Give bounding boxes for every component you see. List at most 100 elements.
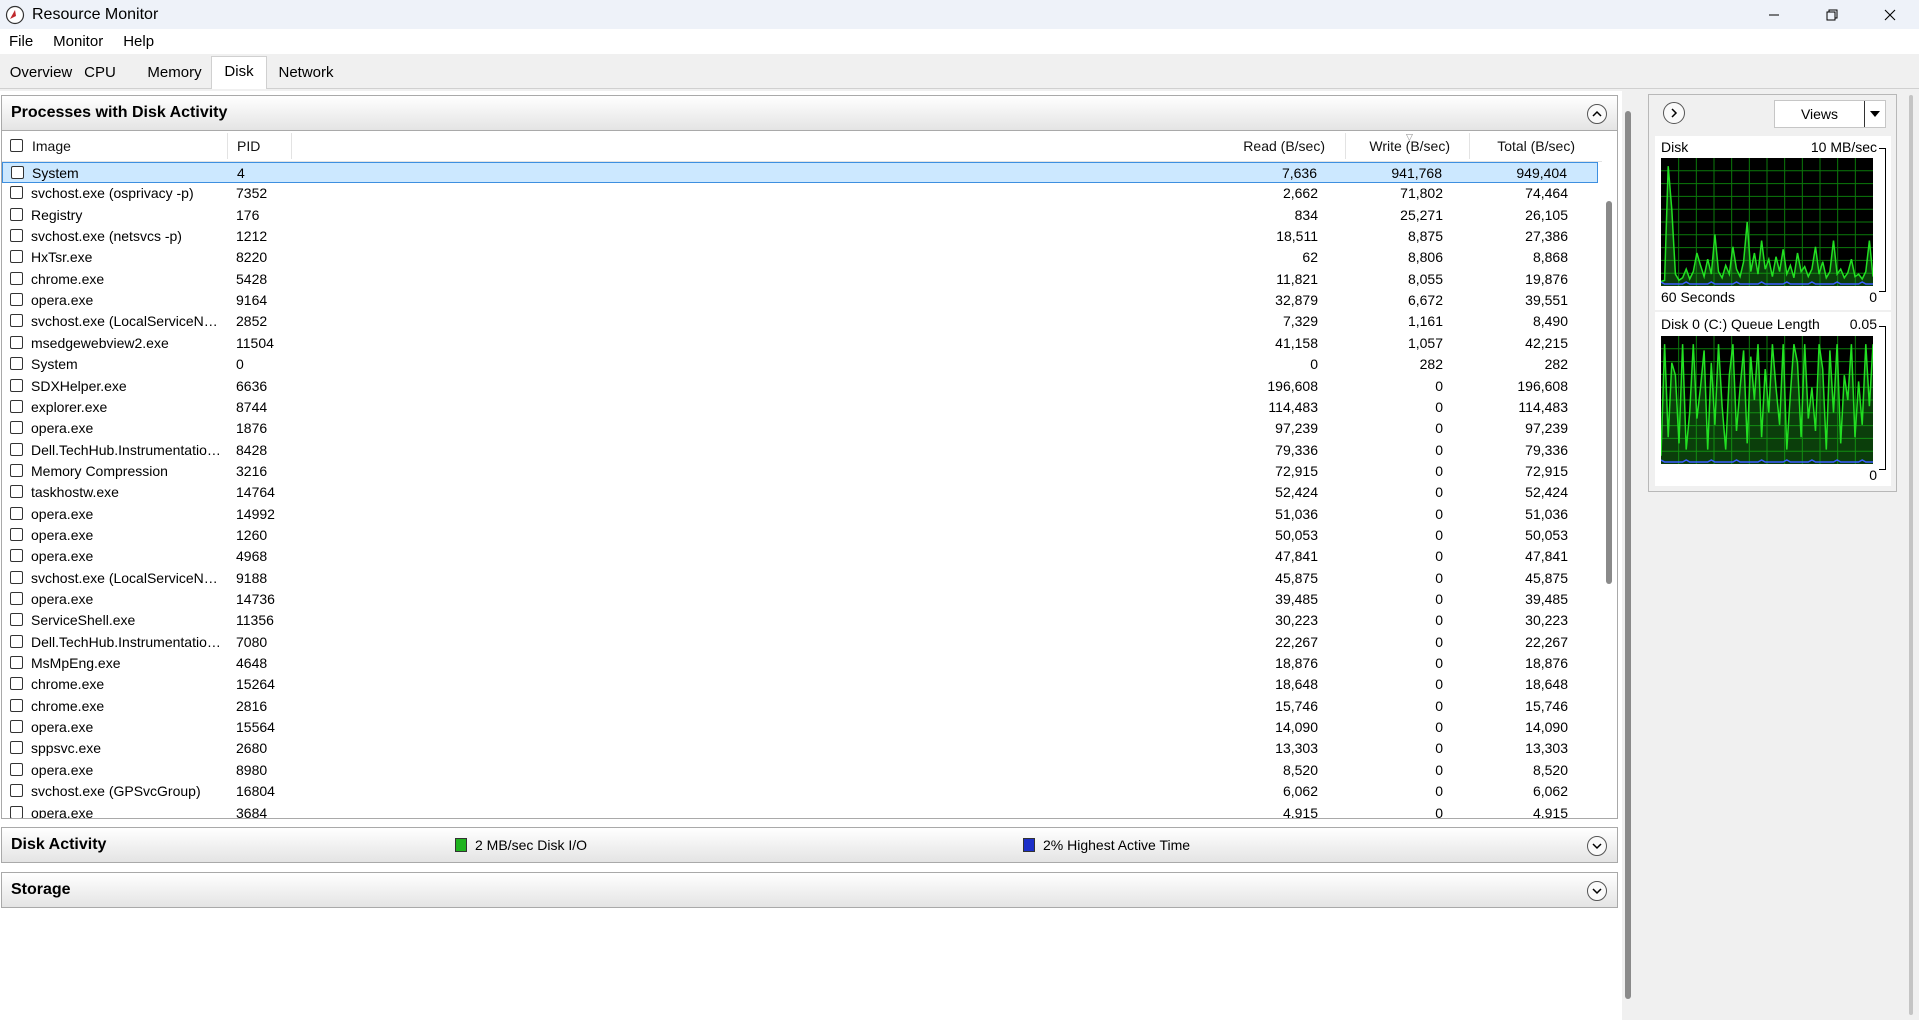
storage-section-header[interactable]: Storage bbox=[1, 872, 1618, 908]
row-checkbox[interactable] bbox=[10, 570, 23, 584]
table-row[interactable]: opera.exe 14992 51,036 0 51,036 bbox=[2, 504, 1598, 525]
row-checkbox[interactable] bbox=[10, 207, 23, 221]
table-row[interactable]: opera.exe 3684 4,915 0 4,915 bbox=[2, 803, 1598, 819]
table-row[interactable]: Dell.TechHub.Instrumentation.U... 8428 79,… bbox=[2, 440, 1598, 461]
row-checkbox[interactable] bbox=[10, 186, 23, 200]
table-row[interactable]: HxTsr.exe 8220 62 8,806 8,868 bbox=[2, 247, 1598, 268]
column-read[interactable]: Read (B/sec) bbox=[1243, 131, 1325, 161]
disk-activity-section-header[interactable]: Disk Activity 2 MB/sec Disk I/O 2% Highe… bbox=[1, 827, 1618, 863]
tab-overview[interactable]: Overview bbox=[3, 58, 79, 87]
menu-monitor[interactable]: Monitor bbox=[43, 33, 113, 50]
row-checkbox[interactable] bbox=[10, 399, 23, 413]
table-row[interactable]: Memory Compression 3216 72,915 0 72,915 bbox=[2, 461, 1598, 482]
process-image: opera.exe bbox=[31, 804, 94, 819]
table-row[interactable]: explorer.exe 8744 114,483 0 114,483 bbox=[2, 397, 1598, 418]
table-row[interactable]: SDXHelper.exe 6636 196,608 0 196,608 bbox=[2, 376, 1598, 397]
process-total: 6,062 bbox=[1532, 783, 1568, 800]
row-checkbox[interactable] bbox=[10, 485, 23, 499]
table-row[interactable]: svchost.exe (LocalServiceNetwo... 2852 7,3… bbox=[2, 311, 1598, 332]
disk-activity-title: Disk Activity bbox=[11, 836, 107, 853]
column-write[interactable]: Write (B/sec) bbox=[1369, 131, 1450, 161]
table-row[interactable]: sppsvc.exe 2680 13,303 0 13,303 bbox=[2, 738, 1598, 759]
restore-button[interactable] bbox=[1803, 0, 1861, 29]
table-row[interactable]: opera.exe 1876 97,239 0 97,239 bbox=[2, 418, 1598, 439]
table-row[interactable]: taskhostw.exe 14764 52,424 0 52,424 bbox=[2, 482, 1598, 503]
table-row[interactable]: System 0 0 282 282 bbox=[2, 354, 1598, 375]
row-checkbox[interactable] bbox=[10, 527, 23, 541]
table-row[interactable]: opera.exe 8980 8,520 0 8,520 bbox=[2, 760, 1598, 781]
process-pid: 1876 bbox=[236, 420, 268, 437]
close-button[interactable] bbox=[1861, 0, 1919, 29]
row-checkbox[interactable] bbox=[10, 357, 23, 371]
row-checkbox[interactable] bbox=[10, 656, 23, 670]
processes-section-header[interactable]: Processes with Disk Activity bbox=[1, 95, 1618, 131]
main-scrollbar-thumb[interactable] bbox=[1625, 111, 1631, 999]
table-row[interactable]: chrome.exe 5428 11,821 8,055 19,876 bbox=[2, 269, 1598, 290]
window-scrollbar[interactable] bbox=[1905, 91, 1919, 1020]
expand-panel-button[interactable] bbox=[1663, 102, 1685, 124]
table-row[interactable]: chrome.exe 15264 18,648 0 18,648 bbox=[2, 674, 1598, 695]
row-checkbox[interactable] bbox=[10, 229, 23, 243]
menu-file[interactable]: File bbox=[0, 33, 43, 50]
row-checkbox[interactable] bbox=[10, 293, 23, 307]
tab-cpu[interactable]: CPU bbox=[82, 58, 118, 87]
minimize-button[interactable] bbox=[1745, 0, 1803, 29]
table-scrollbar[interactable] bbox=[1605, 161, 1613, 816]
expand-storage-button[interactable] bbox=[1587, 881, 1607, 901]
row-checkbox[interactable] bbox=[10, 250, 23, 264]
row-checkbox[interactable] bbox=[10, 784, 23, 798]
tab-network[interactable]: Network bbox=[273, 58, 339, 87]
column-image[interactable]: Image bbox=[32, 131, 71, 161]
table-row[interactable]: opera.exe 1260 50,053 0 50,053 bbox=[2, 525, 1598, 546]
row-checkbox[interactable] bbox=[10, 463, 23, 477]
row-checkbox[interactable] bbox=[10, 762, 23, 776]
tab-disk[interactable]: Disk bbox=[211, 56, 267, 89]
table-row[interactable]: chrome.exe 2816 15,746 0 15,746 bbox=[2, 696, 1598, 717]
queue-graph-title: Disk 0 (C:) Queue Length bbox=[1661, 316, 1820, 332]
tab-memory[interactable]: Memory bbox=[143, 58, 206, 87]
row-checkbox[interactable] bbox=[10, 506, 23, 520]
views-button[interactable]: Views bbox=[1774, 100, 1886, 128]
table-row[interactable]: svchost.exe (LocalServiceNetwo... 9188 45,… bbox=[2, 568, 1598, 589]
table-row[interactable]: opera.exe 15564 14,090 0 14,090 bbox=[2, 717, 1598, 738]
table-row[interactable]: svchost.exe (GPSvcGroup) 16804 6,062 0 6,062 bbox=[2, 781, 1598, 802]
row-checkbox[interactable] bbox=[10, 592, 23, 605]
row-checkbox[interactable] bbox=[10, 741, 23, 755]
row-checkbox[interactable] bbox=[10, 698, 23, 712]
row-checkbox[interactable] bbox=[11, 166, 24, 179]
row-checkbox[interactable] bbox=[10, 634, 23, 648]
row-checkbox[interactable] bbox=[10, 549, 23, 563]
table-row[interactable]: opera.exe 4968 47,841 0 47,841 bbox=[2, 546, 1598, 567]
process-total: 19,876 bbox=[1525, 270, 1568, 287]
row-checkbox[interactable] bbox=[10, 421, 23, 435]
table-row[interactable]: opera.exe 14736 39,485 0 39,485 bbox=[2, 589, 1598, 610]
table-row[interactable]: opera.exe 9164 32,879 6,672 39,551 bbox=[2, 290, 1598, 311]
column-total[interactable]: Total (B/sec) bbox=[1497, 131, 1575, 161]
row-checkbox[interactable] bbox=[10, 271, 23, 285]
table-row[interactable]: msedgewebview2.exe 11504 41,158 1,057 42,215 bbox=[2, 333, 1598, 354]
row-checkbox[interactable] bbox=[10, 677, 23, 691]
row-checkbox[interactable] bbox=[10, 442, 23, 456]
views-dropdown-arrow[interactable] bbox=[1864, 101, 1885, 127]
row-checkbox[interactable] bbox=[10, 314, 23, 328]
menu-help[interactable]: Help bbox=[113, 33, 164, 50]
row-checkbox[interactable] bbox=[10, 335, 23, 349]
table-row[interactable]: Registry 176 834 25,271 26,105 bbox=[2, 205, 1598, 226]
window-scrollbar-thumb[interactable] bbox=[1909, 95, 1913, 1015]
column-pid[interactable]: PID bbox=[237, 131, 260, 161]
collapse-processes-button[interactable] bbox=[1587, 104, 1607, 124]
row-checkbox[interactable] bbox=[10, 378, 23, 392]
table-row[interactable]: svchost.exe (osprivacy -p) 7352 2,662 71,80… bbox=[2, 183, 1598, 204]
table-row[interactable]: MsMpEng.exe 4648 18,876 0 18,876 bbox=[2, 653, 1598, 674]
row-checkbox[interactable] bbox=[10, 720, 23, 734]
table-row[interactable]: svchost.exe (netsvcs -p) 1212 18,511 8,875 2… bbox=[2, 226, 1598, 247]
table-row[interactable]: System 4 7,636 941,768 949,404 bbox=[2, 162, 1598, 184]
table-row[interactable]: Dell.TechHub.Instrumentation.S... 7080 22,… bbox=[2, 632, 1598, 653]
row-checkbox[interactable] bbox=[10, 805, 23, 818]
expand-disk-activity-button[interactable] bbox=[1587, 836, 1607, 856]
table-row[interactable]: ServiceShell.exe 11356 30,223 0 30,223 bbox=[2, 610, 1598, 631]
main-scrollbar[interactable] bbox=[1623, 91, 1633, 1020]
row-checkbox[interactable] bbox=[10, 613, 23, 627]
table-scrollbar-thumb[interactable] bbox=[1606, 201, 1612, 584]
select-all-checkbox[interactable] bbox=[10, 139, 23, 152]
